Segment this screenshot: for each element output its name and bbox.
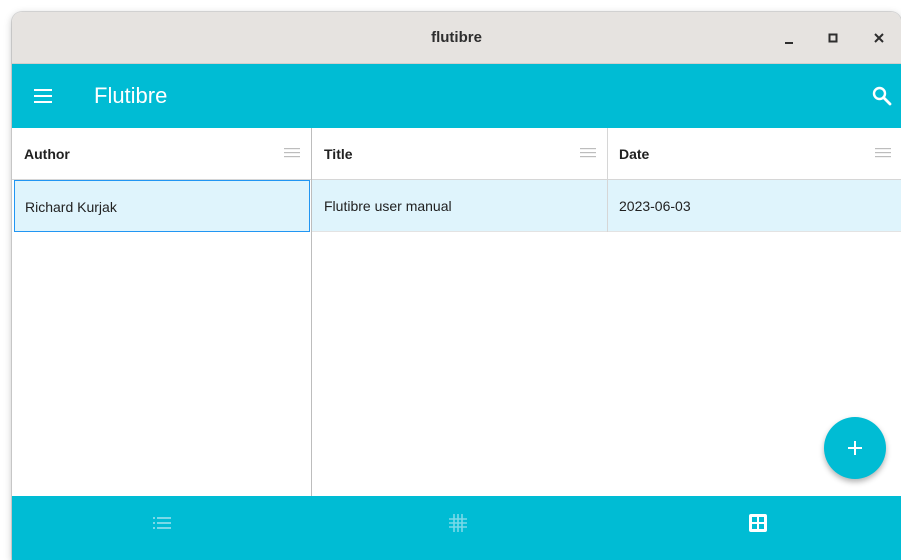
date-cell: 2023-06-03: [619, 198, 691, 214]
table-view-icon: [749, 514, 767, 532]
window-titlebar[interactable]: flutibre: [12, 12, 901, 64]
app-title: Flutibre: [94, 83, 168, 108]
close-button[interactable]: [866, 25, 892, 51]
date-header-label: Date: [619, 146, 650, 162]
title-cell: Flutibre user manual: [324, 198, 452, 214]
column-menu-icon[interactable]: [875, 147, 891, 159]
column-menu-icon[interactable]: [580, 147, 596, 159]
author-header-label: Author: [24, 146, 70, 162]
author-cell: Richard Kurjak: [25, 199, 117, 215]
author-column-header[interactable]: Author: [12, 128, 311, 180]
bottom-navigation: [12, 496, 901, 560]
maximize-icon: [828, 33, 838, 43]
date-column-header[interactable]: Date: [607, 128, 901, 180]
authors-table: Author Richard Kurjak: [12, 128, 312, 496]
nav-table-view[interactable]: [604, 496, 900, 560]
add-book-button[interactable]: [824, 417, 886, 479]
minimize-button[interactable]: [776, 25, 802, 51]
add-icon: [848, 441, 862, 455]
menu-icon[interactable]: [32, 84, 56, 108]
window-title: flutibre: [431, 29, 482, 46]
table-row[interactable]: Flutibre user manual 2023-06-03: [312, 180, 901, 232]
table-row[interactable]: Richard Kurjak: [14, 180, 310, 232]
maximize-button[interactable]: [820, 25, 846, 51]
column-divider: [607, 180, 608, 232]
nav-list-view[interactable]: [12, 496, 308, 560]
app-bar: Flutibre: [12, 64, 901, 128]
search-icon[interactable]: [870, 84, 894, 108]
minimize-icon: [785, 42, 793, 44]
nav-grid-view[interactable]: [308, 496, 604, 560]
grid-icon: [449, 514, 467, 532]
list-icon: [153, 517, 171, 529]
column-menu-icon[interactable]: [284, 147, 300, 159]
title-column-header[interactable]: Title: [312, 128, 607, 180]
app-window: flutibre Flutibre Author Richard Kurjak: [12, 12, 901, 560]
title-header-label: Title: [324, 146, 353, 162]
books-table: Title Date Flutibre user manual 2023-06-…: [312, 128, 901, 496]
close-icon: [874, 33, 884, 43]
